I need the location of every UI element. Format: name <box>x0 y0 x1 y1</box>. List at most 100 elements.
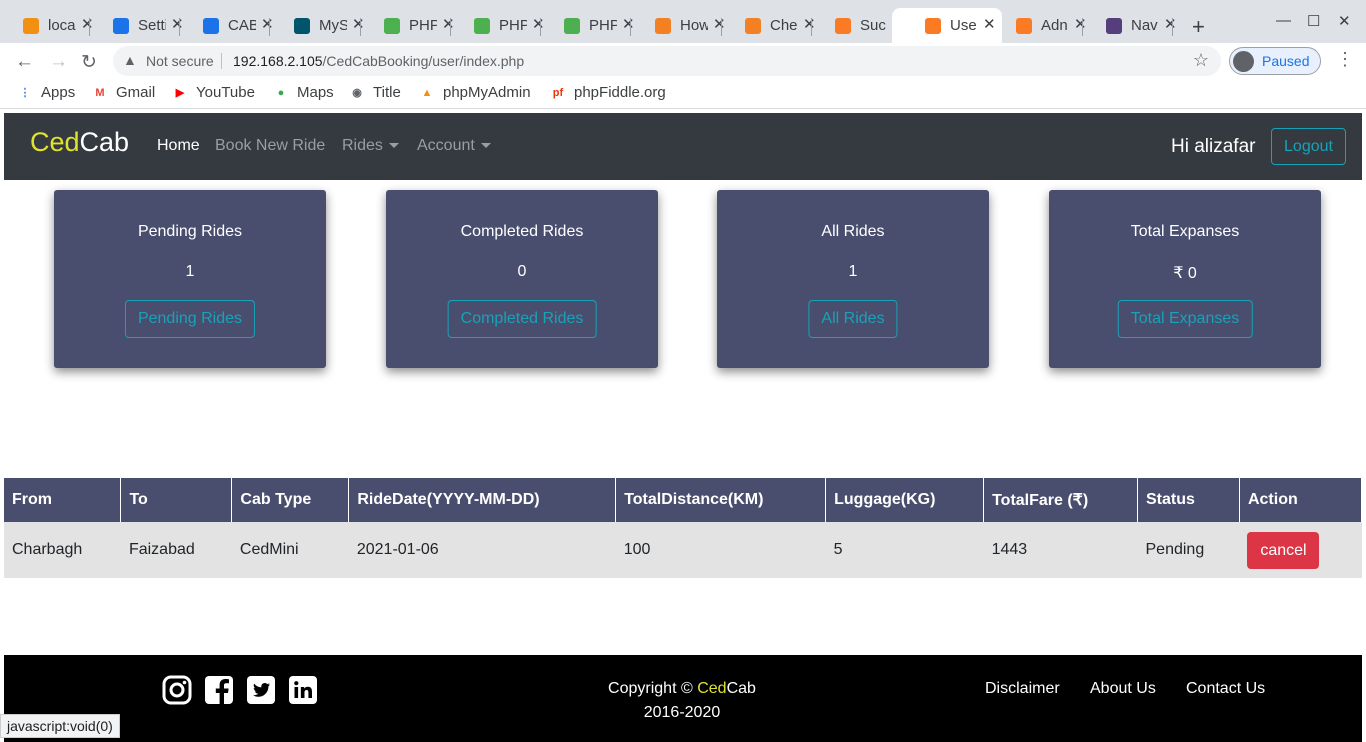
browser-tab[interactable]: Use ✕ <box>892 8 1002 43</box>
nav-account-label: Account <box>417 137 475 154</box>
address-bar[interactable]: ▲ Not secure 192.168.2.105/CedCabBooking… <box>113 46 1221 76</box>
nav-rides-dropdown[interactable]: Rides <box>342 137 399 155</box>
brand-part-ced: Ced <box>30 127 80 157</box>
tab-close-icon[interactable]: ✕ <box>1164 15 1177 33</box>
bookmarks-bar: ⋮ Apps M Gmail ▶ YouTube ● Maps ◉ Title ▲ phpMyAdmi… <box>0 79 1366 109</box>
menu-kebab-icon[interactable]: ⋮ <box>1336 49 1354 70</box>
browser-tab[interactable]: PHP ✕ <box>361 8 455 43</box>
browser-tab[interactable]: PHP ✕ <box>541 8 635 43</box>
bookmark-item[interactable]: ⋮ Apps <box>17 84 76 101</box>
browser-tab[interactable]: How ✕ <box>632 8 726 43</box>
footer-link-disclaimer[interactable]: Disclaimer <box>985 680 1060 698</box>
bootstrap-icon <box>1106 18 1122 34</box>
footer-link-contact-us[interactable]: Contact Us <box>1186 680 1265 698</box>
instagram-icon[interactable] <box>162 675 192 705</box>
bookmark-label: Title <box>373 84 401 101</box>
tab-title: Nav <box>1131 17 1158 34</box>
forward-arrow-icon[interactable]: → <box>49 51 68 73</box>
not-secure-label[interactable]: Not secure <box>146 53 214 69</box>
browser-tab[interactable]: CAB ✕ <box>180 8 274 43</box>
gear-icon <box>113 18 129 34</box>
table-header-row: From To Cab Type RideDate(YYYY-MM-DD) TotalD… <box>4 478 1363 522</box>
column-header: Status <box>1137 478 1240 522</box>
maximize-button[interactable]: ☐ <box>1307 12 1320 30</box>
nav-book-new-ride[interactable]: Book New Ride <box>215 137 325 155</box>
bookmark-item[interactable]: ▲ phpMyAdmin <box>419 84 531 101</box>
warning-icon[interactable]: ▲ <box>123 52 137 68</box>
gmail-icon: M <box>95 86 105 99</box>
browser-tab[interactable]: PHP ✕ <box>451 8 545 43</box>
tab-title: Use <box>950 17 977 34</box>
cancel-ride-button[interactable]: cancel <box>1247 531 1320 569</box>
bookmark-star-icon[interactable]: ☆ <box>1193 50 1209 71</box>
stat-card-button[interactable]: Total Expanses <box>1117 300 1253 338</box>
bookmark-label: Maps <box>297 84 334 101</box>
stat-card-button[interactable]: Pending Rides <box>124 300 256 338</box>
browser-tab[interactable]: Che ✕ <box>722 8 816 43</box>
page-content: CedCab Home Book New Ride Rides Account … <box>4 113 1363 742</box>
apps-grid-icon: ⋮ <box>19 86 31 99</box>
linkedin-icon[interactable] <box>288 675 318 705</box>
tab-title: Setti <box>138 17 166 34</box>
facebook-icon[interactable] <box>204 675 234 705</box>
bookmark-label: Apps <box>41 84 76 101</box>
browser-tab[interactable]: MyS ✕ <box>271 8 365 43</box>
nav-rides-label: Rides <box>342 137 383 154</box>
user-greeting: Hi alizafar <box>1171 136 1256 157</box>
column-header: To <box>120 478 233 522</box>
status-bar-url: javascript:void(0) <box>0 714 120 738</box>
browser-tab[interactable]: Adn ✕ <box>993 8 1087 43</box>
stat-card-button[interactable]: Completed Rides <box>447 300 597 338</box>
window-close-button[interactable]: ✕ <box>1338 12 1351 30</box>
tab-title: MyS <box>319 17 347 34</box>
column-header: Luggage(KG) <box>825 478 985 522</box>
brand-logo[interactable]: CedCab <box>30 127 129 158</box>
bookmark-item[interactable]: pf phpFiddle.org <box>550 84 666 101</box>
globe-icon: ◉ <box>352 86 362 99</box>
tab-title: PHP <box>409 17 437 34</box>
browser-tab[interactable]: loca ✕ <box>0 8 94 43</box>
bookmark-item[interactable]: ● Maps <box>273 84 334 101</box>
footer-link-about-us[interactable]: About Us <box>1090 680 1156 698</box>
bookmark-item[interactable]: ▶ YouTube <box>172 84 255 101</box>
browser-tab[interactable]: Suc✕ <box>812 8 906 43</box>
table-cell-luggage: 5 <box>825 522 984 578</box>
table-cell-distance: 100 <box>615 522 826 578</box>
copyright-text: Copyright © CedCab 2016-2020 <box>582 677 782 725</box>
stat-card-button[interactable]: All Rides <box>808 300 898 338</box>
caret-down-icon <box>480 143 491 149</box>
nav-home[interactable]: Home <box>157 137 200 155</box>
nav-account-dropdown[interactable]: Account <box>417 137 491 155</box>
omnibox-divider <box>221 53 222 69</box>
tab-separator <box>630 18 631 36</box>
profile-button[interactable]: Paused <box>1229 47 1321 75</box>
stat-card: Total Expanses ₹ 0 Total Expanses <box>1049 190 1321 368</box>
stat-card: Pending Rides 1 Pending Rides <box>54 190 326 368</box>
minimize-button[interactable]: — <box>1276 12 1291 29</box>
tab-separator <box>269 18 270 36</box>
url-text[interactable]: 192.168.2.105/CedCabBooking/user/index.p… <box>233 53 524 69</box>
tab-title: Che <box>770 17 798 34</box>
w3schools-icon <box>474 18 490 34</box>
caret-down-icon <box>388 143 399 149</box>
w3schools-icon <box>384 18 400 34</box>
footer-brand-cab: Cab <box>726 680 756 697</box>
url-path: /CedCabBooking/user/index.php <box>322 53 525 69</box>
column-header: RideDate(YYYY-MM-DD) <box>348 478 617 522</box>
new-tab-button[interactable]: + <box>1192 14 1205 40</box>
browser-tab[interactable]: Nav ✕ <box>1083 8 1177 43</box>
back-arrow-icon[interactable]: ← <box>15 51 34 73</box>
site-navbar: CedCab Home Book New Ride Rides Account … <box>4 113 1362 180</box>
reload-icon[interactable]: ↻ <box>81 51 97 74</box>
xampp-icon <box>925 18 941 34</box>
phpmyadmin-icon: ▲ <box>421 86 433 99</box>
footer-brand-ced: Ced <box>697 680 727 697</box>
bookmark-item[interactable]: ◉ Title <box>349 84 401 101</box>
stat-card-title: Completed Rides <box>460 223 584 240</box>
browser-tab[interactable]: Setti ✕ <box>90 8 184 43</box>
twitter-icon[interactable] <box>246 675 276 705</box>
bookmark-item[interactable]: M Gmail <box>92 84 155 101</box>
logout-button[interactable]: Logout <box>1271 128 1346 165</box>
table-cell-cab: CedMini <box>231 522 349 578</box>
browser-toolbar: ← → ↻ ▲ Not secure 192.168.2.105/CedCabB… <box>0 43 1366 79</box>
